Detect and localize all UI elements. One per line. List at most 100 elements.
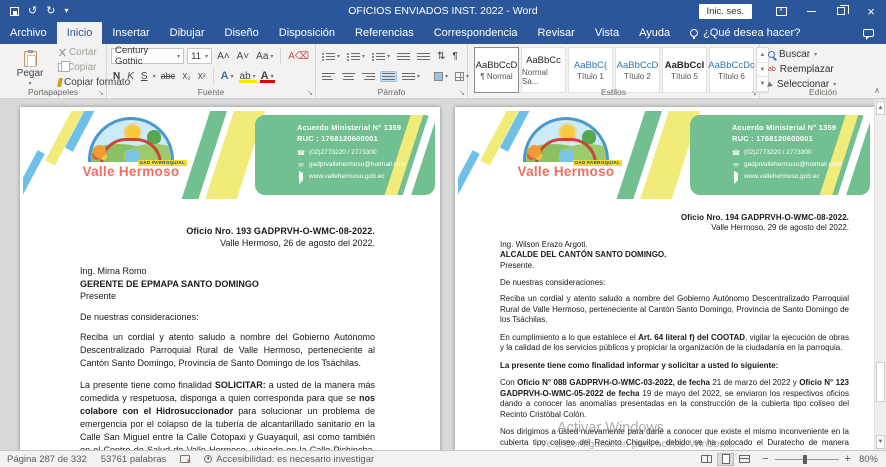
accessibility-icon: ♦: [204, 455, 212, 463]
print-layout-button[interactable]: [717, 453, 734, 466]
zoom-in-button[interactable]: +: [845, 453, 851, 465]
highlight-button[interactable]: ab▾: [239, 71, 257, 82]
strikethrough-button[interactable]: abc: [159, 70, 178, 82]
line-spacing-button[interactable]: ▾: [400, 71, 422, 82]
word-count[interactable]: 53761 palabras: [94, 451, 174, 467]
ribbon-display-options-button[interactable]: ˄: [766, 0, 796, 22]
increase-indent-button[interactable]: [415, 51, 432, 62]
email-icon: ✉: [297, 161, 305, 169]
numbering-button[interactable]: ▾: [345, 51, 367, 62]
font-color-button[interactable]: A▾: [260, 70, 275, 82]
tab-ayuda[interactable]: Ayuda: [629, 22, 680, 44]
tab-vista[interactable]: Vista: [585, 22, 629, 44]
scroll-down-icon[interactable]: ▼: [876, 435, 885, 449]
change-case-button[interactable]: Aa▾: [254, 50, 275, 63]
collapse-ribbon-icon[interactable]: ∧: [874, 86, 880, 95]
align-left-button[interactable]: [320, 71, 337, 82]
style-preview: AaBbCcD: [617, 59, 659, 72]
dialog-launcher-icon[interactable]: ↘: [459, 89, 465, 97]
save-icon[interactable]: [10, 7, 19, 16]
bullets-button[interactable]: ▾: [320, 51, 342, 62]
font-name-combo[interactable]: Century Gothic▾: [111, 48, 184, 64]
style-name: ¶ Normal: [480, 72, 512, 81]
zoom-percentage[interactable]: 80%: [859, 454, 886, 465]
multilevel-list-icon: [372, 52, 385, 61]
show-marks-button[interactable]: ¶: [450, 50, 459, 63]
sort-button[interactable]: ⇅: [435, 50, 447, 63]
decrease-indent-button[interactable]: [395, 51, 412, 62]
subscript-button[interactable]: X₂: [180, 71, 192, 82]
customize-qat-icon[interactable]: ▾: [64, 7, 68, 15]
tab-revisar[interactable]: Revisar: [528, 22, 585, 44]
minimize-button[interactable]: [796, 0, 826, 22]
document-page-left[interactable]: Valle HermosoGAD PARROQUIAL Acuerdo Mini…: [20, 107, 440, 450]
vertical-scrollbar[interactable]: ▲ ▼: [874, 100, 886, 450]
restore-button[interactable]: [826, 0, 856, 22]
redo-icon[interactable]: ↻: [46, 6, 55, 17]
banner-stripe: [458, 150, 480, 199]
change-case-dropdown-icon: ▾: [270, 53, 273, 60]
group-label-estilos: Estilos: [468, 87, 759, 97]
flower-icon: [93, 145, 106, 158]
font-size-value: 11: [191, 51, 202, 62]
tab-insertar[interactable]: Insertar: [102, 22, 159, 44]
letter-content[interactable]: Oficio Nro. 193 GADPRVH-O-WMC-08-2022. V…: [20, 199, 440, 450]
shrink-font-button[interactable]: A˅: [235, 50, 252, 63]
replace-button[interactable]: abReemplazar: [760, 62, 886, 77]
dialog-launcher-icon[interactable]: ↘: [751, 89, 757, 97]
paste-button[interactable]: Pegar ▾: [8, 48, 52, 90]
group-parrafo: ▾ ▾ ▾ ⇅ ¶ ▾ ▾ ▾ Párrafo ↘: [316, 44, 468, 98]
read-mode-button[interactable]: [698, 453, 715, 466]
zoom-slider-thumb[interactable]: [803, 455, 807, 464]
text-effects-button[interactable]: A▾: [219, 69, 236, 83]
tell-me-box[interactable]: ¿Qué desea hacer?: [680, 22, 810, 44]
style-name: Título 6: [718, 72, 745, 81]
grow-font-button[interactable]: A˄: [215, 50, 232, 63]
feedback-button[interactable]: [851, 22, 886, 44]
align-center-button[interactable]: [340, 71, 357, 82]
tab-archivo[interactable]: Archivo: [0, 22, 57, 44]
dialog-launcher-icon[interactable]: ↘: [307, 89, 313, 97]
tab-diseno[interactable]: Diseño: [215, 22, 269, 44]
letter-content[interactable]: Oficio Nro. 194 GADPRVH-O-WMC-08-2022. V…: [455, 199, 875, 450]
salutation: De nuestras consideraciones:: [500, 278, 849, 287]
numbering-dropdown-icon: ▾: [362, 53, 365, 60]
page-indicator[interactable]: Página 287 de 332: [0, 451, 94, 467]
tab-inicio[interactable]: Inicio: [57, 22, 103, 44]
group-portapapeles: Pegar ▾ Cortar Copiar Copiar formato Por…: [0, 44, 107, 98]
website-text: www.vallehermoso.gob.ec: [309, 173, 385, 180]
find-button[interactable]: Buscar▾: [760, 47, 886, 62]
zoom-slider[interactable]: [775, 459, 839, 460]
zoom-out-button[interactable]: −: [762, 453, 768, 465]
proofing-status[interactable]: [173, 451, 197, 467]
tab-disposicion[interactable]: Disposición: [269, 22, 345, 44]
underline-button[interactable]: S: [139, 70, 150, 83]
tab-dibujar[interactable]: Dibujar: [160, 22, 215, 44]
multilevel-list-button[interactable]: ▾: [370, 51, 392, 62]
group-estilos: AaBbCcD¶ Normal AaBbCcNormal Sa... AaBbC…: [468, 44, 760, 98]
underline-dropdown-icon[interactable]: ▾: [153, 73, 156, 80]
sign-in-button[interactable]: Inic. ses.: [699, 4, 753, 19]
superscript-button[interactable]: X²: [196, 71, 208, 82]
font-size-combo[interactable]: 11▾: [187, 48, 212, 64]
justify-button[interactable]: [380, 71, 397, 82]
document-page-right[interactable]: Valle HermosoGAD PARROQUIAL Acuerdo Mini…: [455, 107, 875, 450]
scroll-up-icon[interactable]: ▲: [876, 101, 885, 115]
align-right-button[interactable]: [360, 71, 377, 82]
italic-button[interactable]: K: [125, 70, 136, 83]
decrease-indent-icon: [397, 52, 410, 61]
clear-formatting-button[interactable]: A⌫: [286, 50, 311, 63]
logo-title: Valle HermosoGAD PARROQUIAL: [73, 164, 189, 179]
dialog-launcher-icon[interactable]: ↘: [98, 89, 104, 97]
banner-contact-panel: Acuerdo Ministerial N° 1359 RUC : 176812…: [690, 115, 870, 195]
shading-button[interactable]: ▾: [432, 71, 450, 82]
accessibility-status[interactable]: ♦Accesibilidad: es necesario investigar: [197, 451, 381, 467]
close-button[interactable]: ×: [856, 0, 886, 22]
undo-icon[interactable]: ↺: [28, 6, 37, 17]
scrollbar-thumb[interactable]: [876, 362, 885, 402]
tab-referencias[interactable]: Referencias: [345, 22, 424, 44]
tab-correspondencia[interactable]: Correspondencia: [424, 22, 528, 44]
style-name: Título 5: [671, 72, 698, 81]
bold-button[interactable]: N: [111, 70, 122, 83]
web-layout-button[interactable]: [736, 453, 753, 466]
